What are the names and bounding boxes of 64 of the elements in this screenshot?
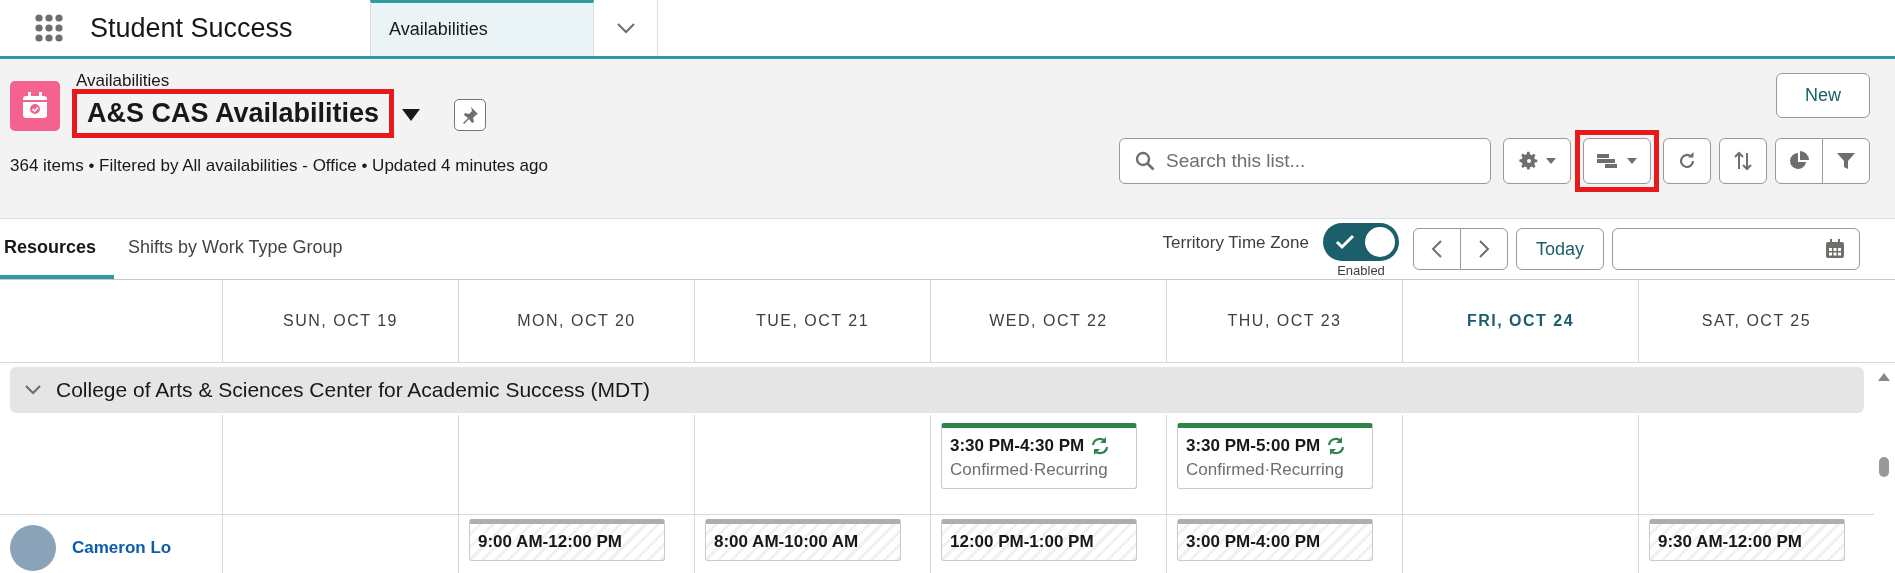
object-label: Availabilities xyxy=(76,71,171,91)
day-header: FRI, OCT 24 xyxy=(1402,280,1638,363)
availability-card[interactable]: 12:00 PM-1:00 PM xyxy=(941,519,1137,561)
gear-icon xyxy=(1518,150,1540,172)
chevron-left-icon xyxy=(1431,239,1443,259)
new-button[interactable]: New xyxy=(1776,73,1870,118)
day-header: SAT, OCT 25 xyxy=(1638,280,1874,363)
caret-icon[interactable] xyxy=(402,108,421,121)
chevron-right-icon xyxy=(1478,239,1490,259)
availability-card[interactable]: 3:30 PM-5:00 PM Confirmed·Recurring xyxy=(1177,423,1373,489)
filter-button[interactable] xyxy=(1822,138,1870,184)
chart-button[interactable] xyxy=(1775,138,1823,184)
filter-icon xyxy=(1835,150,1857,172)
pin-icon xyxy=(461,105,480,124)
next-button[interactable] xyxy=(1460,228,1508,270)
time-range: 3:00 PM-4:00 PM xyxy=(1186,532,1321,552)
resource-link[interactable]: Cameron Lo xyxy=(72,538,172,558)
view-tab[interactable]: Resources xyxy=(0,219,115,279)
today-button[interactable]: Today xyxy=(1516,228,1604,270)
availability-card[interactable]: 9:30 AM-12:00 PM xyxy=(1649,519,1845,561)
status-text: Confirmed·Recurring xyxy=(1186,460,1345,480)
list-view-title: A&S CAS Availabilities xyxy=(72,89,395,138)
pin-button[interactable] xyxy=(454,98,487,131)
availability-card[interactable]: 3:30 PM-4:30 PM Confirmed·Recurring xyxy=(941,423,1137,489)
refresh-button[interactable] xyxy=(1663,138,1711,184)
avatar xyxy=(10,525,56,571)
time-range: 3:30 PM-5:00 PM xyxy=(1186,436,1321,456)
view-tab[interactable]: Shifts by Work Type Group xyxy=(114,219,361,279)
time-range: 8:00 AM-10:00 AM xyxy=(714,532,859,552)
availability-card[interactable]: 9:00 AM-12:00 PM xyxy=(469,519,665,561)
time-zone-toggle[interactable] xyxy=(1323,222,1399,261)
day-header: MON, OCT 20 xyxy=(458,280,694,363)
day-header: SUN, OCT 19 xyxy=(222,280,458,363)
previous-button[interactable] xyxy=(1413,228,1461,270)
nav-tab[interactable]: Availabilities xyxy=(370,0,594,56)
display-button[interactable] xyxy=(1583,138,1651,184)
time-range: 3:30 PM-4:30 PM xyxy=(950,436,1085,456)
toggle-label: Territory Time Zone xyxy=(1162,232,1309,253)
date-field[interactable] xyxy=(1612,228,1860,270)
day-header: TUE, OCT 21 xyxy=(694,280,930,363)
pie-chart-icon xyxy=(1788,150,1810,172)
time-range: 12:00 PM-1:00 PM xyxy=(950,532,1094,552)
availability-card[interactable]: 8:00 AM-10:00 AM xyxy=(705,519,901,561)
search-field[interactable]: Search this list... xyxy=(1119,138,1491,184)
calendar-icon xyxy=(10,81,60,131)
chevron-down-icon xyxy=(615,22,636,34)
check-icon xyxy=(1335,233,1355,250)
group-name: College of Arts & Sciences Center for Academic Success (MDT) xyxy=(56,378,651,402)
list-summary: 364 items • Filtered by All availabilities - Office • Updated 4 minutes ago xyxy=(10,156,548,176)
sort-icon xyxy=(1732,150,1754,172)
group-header[interactable]: College of Arts & Sciences Center for Academic Success (MDT) xyxy=(10,367,1864,413)
time-range: 9:00 AM-12:00 PM xyxy=(478,532,622,552)
calendar-icon xyxy=(1825,239,1845,259)
availability-card[interactable]: 3:00 PM-4:00 PM xyxy=(1177,519,1373,561)
app-launcher-icon[interactable] xyxy=(34,13,64,43)
sort-button[interactable] xyxy=(1719,138,1767,184)
app-name: Student Success xyxy=(89,11,294,45)
refresh-icon xyxy=(1677,151,1697,171)
time-range: 9:30 AM-12:00 PM xyxy=(1658,532,1802,552)
day-header: WED, OCT 22 xyxy=(930,280,1166,363)
settings-button[interactable] xyxy=(1503,138,1571,184)
day-header: THU, OCT 23 xyxy=(1166,280,1402,363)
toggle-status: Enabled xyxy=(1337,262,1385,278)
status-text: Confirmed·Recurring xyxy=(950,460,1109,480)
